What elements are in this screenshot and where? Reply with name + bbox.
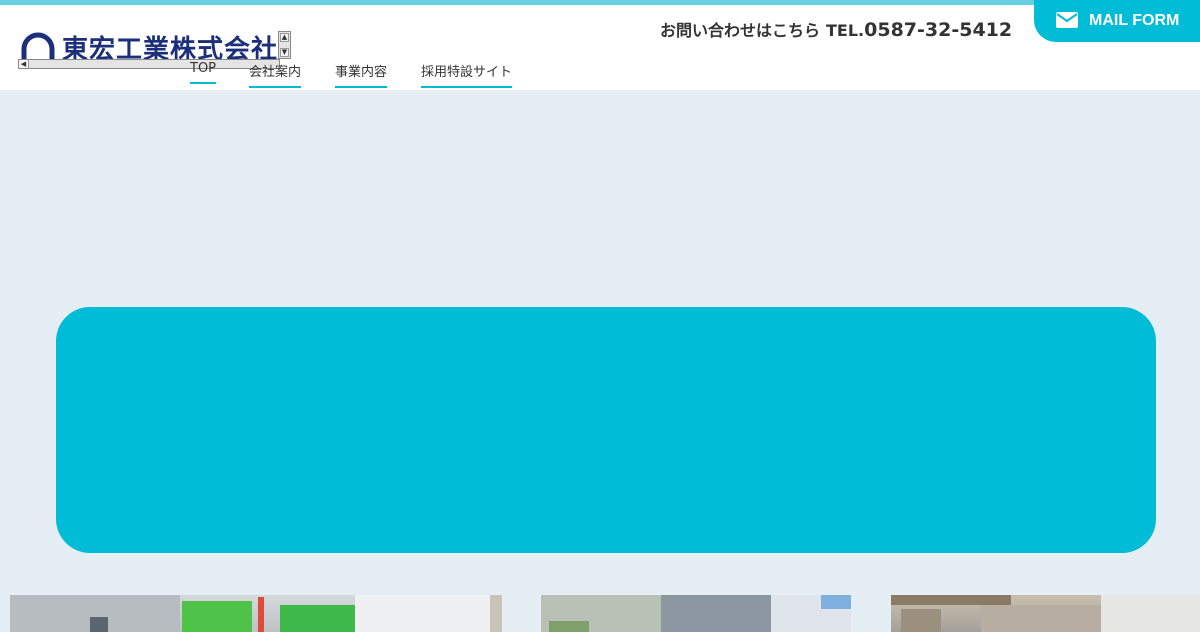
logo-vertical-scrollbar[interactable]: ▲ ▼: [278, 31, 291, 59]
factory-interior-photo: [541, 595, 851, 632]
nav-item-recruit[interactable]: 採用特設サイト: [421, 61, 513, 88]
envelope-icon: [1056, 12, 1078, 28]
contact-label: お問い合わせはこちら: [660, 21, 821, 40]
hero-panel: [56, 307, 1156, 553]
factory-exterior-simulation-photo: [10, 595, 502, 632]
nav-item-top[interactable]: TOP: [190, 61, 217, 84]
scroll-up-arrow-icon[interactable]: ▲: [280, 33, 289, 42]
scroll-down-arrow-icon[interactable]: ▼: [280, 48, 289, 57]
logo-horizontal-scrollbar[interactable]: ◀: [18, 59, 280, 69]
phone-number-link[interactable]: 0587-32-5412: [864, 19, 1012, 41]
mail-form-button[interactable]: MAIL FORM: [1034, 0, 1200, 42]
nav-item-business[interactable]: 事業内容: [335, 61, 388, 88]
mail-form-label: MAIL FORM: [1089, 12, 1180, 29]
facility-photo: [891, 595, 1200, 632]
contact-info: お問い合わせはこちら TEL.0587-32-5412: [660, 17, 1012, 41]
site-header: 東宏工業株式会社 ▲ ▼ ◀ TOP 会社案内 事業内容 採用特設サイト お問い…: [0, 5, 1200, 90]
scroll-left-arrow-icon[interactable]: ◀: [19, 60, 29, 68]
nav-item-company[interactable]: 会社案内: [249, 61, 302, 88]
tel-prefix: TEL.: [826, 21, 865, 40]
